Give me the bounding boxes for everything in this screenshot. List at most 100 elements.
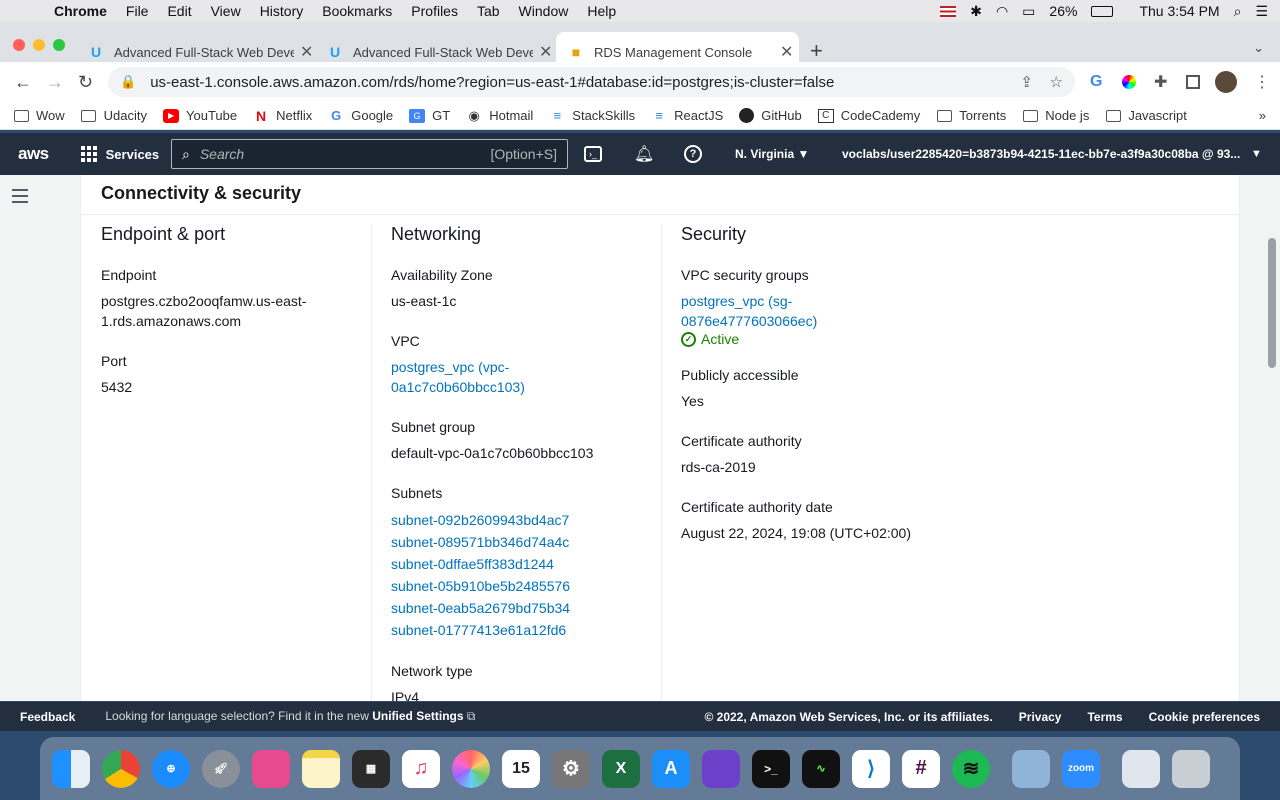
share-icon[interactable]: ⇪ [1020,73,1033,91]
services-menu-button[interactable]: Services [80,146,159,162]
bookmark-netflix[interactable]: N Netflix [253,108,312,124]
lock-icon[interactable]: 🔒 [120,74,136,90]
battery-icon[interactable] [1091,5,1114,17]
safari-icon[interactable]: ⊕ [152,749,190,788]
more-bookmarks-chevron-icon[interactable]: » [1259,108,1266,123]
aws-search-input[interactable]: ⌕ Search [Option+S] [171,139,568,169]
translate-extension-icon[interactable]: G [1090,73,1102,91]
photos-icon[interactable] [452,749,490,788]
bookmark-google[interactable]: G Google [328,108,393,123]
side-panel-icon[interactable] [1186,75,1200,89]
back-icon[interactable]: ← [14,72,32,93]
bookmark-star-icon[interactable]: ☆ [1050,73,1063,91]
hamburger-menu-icon[interactable] [12,189,28,207]
subnet-link[interactable]: subnet-0dffae5ff383d1244 [391,553,651,575]
spotlight-search-icon[interactable]: ⌕ [1234,3,1242,20]
control-center-icon[interactable]: ☰ [1255,3,1268,20]
cloudshell-icon[interactable]: ›_ [584,146,602,162]
flag-icon[interactable] [940,5,957,17]
bookmark-hotmail[interactable]: ◉ Hotmail [466,108,534,124]
downloads-stack-icon[interactable] [1122,749,1160,788]
close-window-button[interactable] [13,39,25,51]
spotify-icon[interactable]: ≋ [952,749,990,788]
bookmark-torrents[interactable]: Torrents [936,108,1006,123]
chrome-menu-icon[interactable]: ⋮ [1254,72,1270,92]
menu-profiles[interactable]: Profiles [411,3,458,19]
subnet-link[interactable]: subnet-0eab5a2679bd75b34 [391,597,651,619]
vpc-link[interactable]: postgres_vpc (vpc-0a1c7c0b60bbcc103) [391,357,541,397]
notes-icon[interactable] [302,749,340,788]
tab-search-chevron-icon[interactable]: ⌄ [1253,40,1264,56]
help-icon[interactable]: ? [684,145,702,163]
close-tab-icon[interactable]: ✕ [780,42,793,62]
wifi-icon[interactable]: ◠ [996,3,1008,20]
region-selector[interactable]: N. Virginia ▼ [735,147,809,161]
menu-help[interactable]: Help [587,3,616,19]
menu-app-name[interactable]: Chrome [54,3,107,19]
address-bar[interactable]: 🔒 us-east-1.console.aws.amazon.com/rds/h… [108,67,1075,97]
bookmark-github[interactable]: GitHub [739,108,802,123]
activity-monitor-icon[interactable]: ∿ [802,749,840,788]
bookmark-youtube[interactable]: ▶ YouTube [163,108,237,123]
subnet-link[interactable]: subnet-01777413e61a12fd6 [391,619,651,641]
system-preferences-gear-icon[interactable]: ⚙ [552,749,590,788]
terms-link[interactable]: Terms [1087,710,1122,724]
menu-history[interactable]: History [260,3,304,19]
url-text[interactable]: us-east-1.console.aws.amazon.com/rds/hom… [150,74,834,91]
forward-icon[interactable]: → [46,72,64,93]
notifications-bell-icon[interactable]: 🔔︎ [634,144,654,164]
bluetooth-icon[interactable]: ✱ [970,3,982,20]
bookmark-gt[interactable]: G GT [409,108,450,123]
app-window-icon[interactable]: ▦ [352,749,390,788]
menu-file[interactable]: File [126,3,149,19]
clock[interactable]: Thu 3:54 PM [1139,3,1219,19]
bookmark-nodejs[interactable]: Node js [1022,108,1089,123]
zoom-icon[interactable]: zoom [1062,749,1100,788]
github-desktop-icon[interactable] [702,749,740,788]
reload-icon[interactable]: ↻ [78,72,93,93]
cookie-preferences-link[interactable]: Cookie preferences [1149,710,1260,724]
unified-settings-link[interactable]: Unified Settings [372,709,463,723]
app-store-icon[interactable]: A [652,749,690,788]
bookmark-wow[interactable]: Wow [13,108,65,123]
subnet-link[interactable]: subnet-092b2609943bd4ac7 [391,509,651,531]
close-tab-icon[interactable]: ✕ [539,42,552,62]
subnet-link[interactable]: subnet-05b910be5b2485576 [391,575,651,597]
calendar-icon[interactable]: 15 [502,749,540,788]
bookmark-codecademy[interactable]: C CodeCademy [817,108,920,123]
terminal-icon[interactable]: >_ [752,749,790,788]
trash-icon[interactable] [1172,749,1210,788]
account-dropdown-icon[interactable]: ▼ [1251,148,1262,160]
airplay-icon[interactable]: ▭ [1022,3,1035,20]
feedback-link[interactable]: Feedback [20,710,75,724]
bookmark-javascript[interactable]: Javascript [1105,108,1187,123]
security-group-link[interactable]: postgres_vpc (sg-0876e4777603066ec) [681,291,831,331]
aws-logo[interactable]: aws [18,144,49,164]
subnet-link[interactable]: subnet-089571bb346d74a4c [391,531,651,553]
minimize-window-button[interactable] [33,39,45,51]
music-icon[interactable]: ♫ [402,749,440,788]
finder-icon[interactable] [52,749,90,788]
profile-avatar[interactable] [1215,71,1237,93]
extensions-puzzle-icon[interactable]: ✚ [1154,72,1167,92]
excel-icon[interactable]: X [602,749,640,788]
slack-icon[interactable]: # [902,749,940,788]
bookmark-stackskills[interactable]: ≡ StackSkills [549,108,636,123]
menu-tab[interactable]: Tab [477,3,500,19]
folder-app-icon[interactable] [252,749,290,788]
chrome-icon[interactable] [102,749,140,788]
menu-window[interactable]: Window [519,3,569,19]
menu-edit[interactable]: Edit [167,3,191,19]
bookmark-reactjs[interactable]: ≡ ReactJS [651,108,723,123]
menu-bookmarks[interactable]: Bookmarks [322,3,392,19]
close-tab-icon[interactable]: ✕ [300,42,313,62]
account-menu[interactable]: voclabs/user2285420=b3873b94-4215-11ec-b… [842,147,1240,161]
menu-view[interactable]: View [211,3,241,19]
bookmark-udacity[interactable]: Udacity [81,108,147,123]
privacy-link[interactable]: Privacy [1019,710,1062,724]
color-extension-icon[interactable] [1122,75,1136,89]
page-scrollbar[interactable] [1268,238,1276,368]
maximize-window-button[interactable] [53,39,65,51]
launchpad-icon[interactable]: 🚀︎ [202,749,240,788]
preview-icon[interactable] [1012,749,1050,788]
